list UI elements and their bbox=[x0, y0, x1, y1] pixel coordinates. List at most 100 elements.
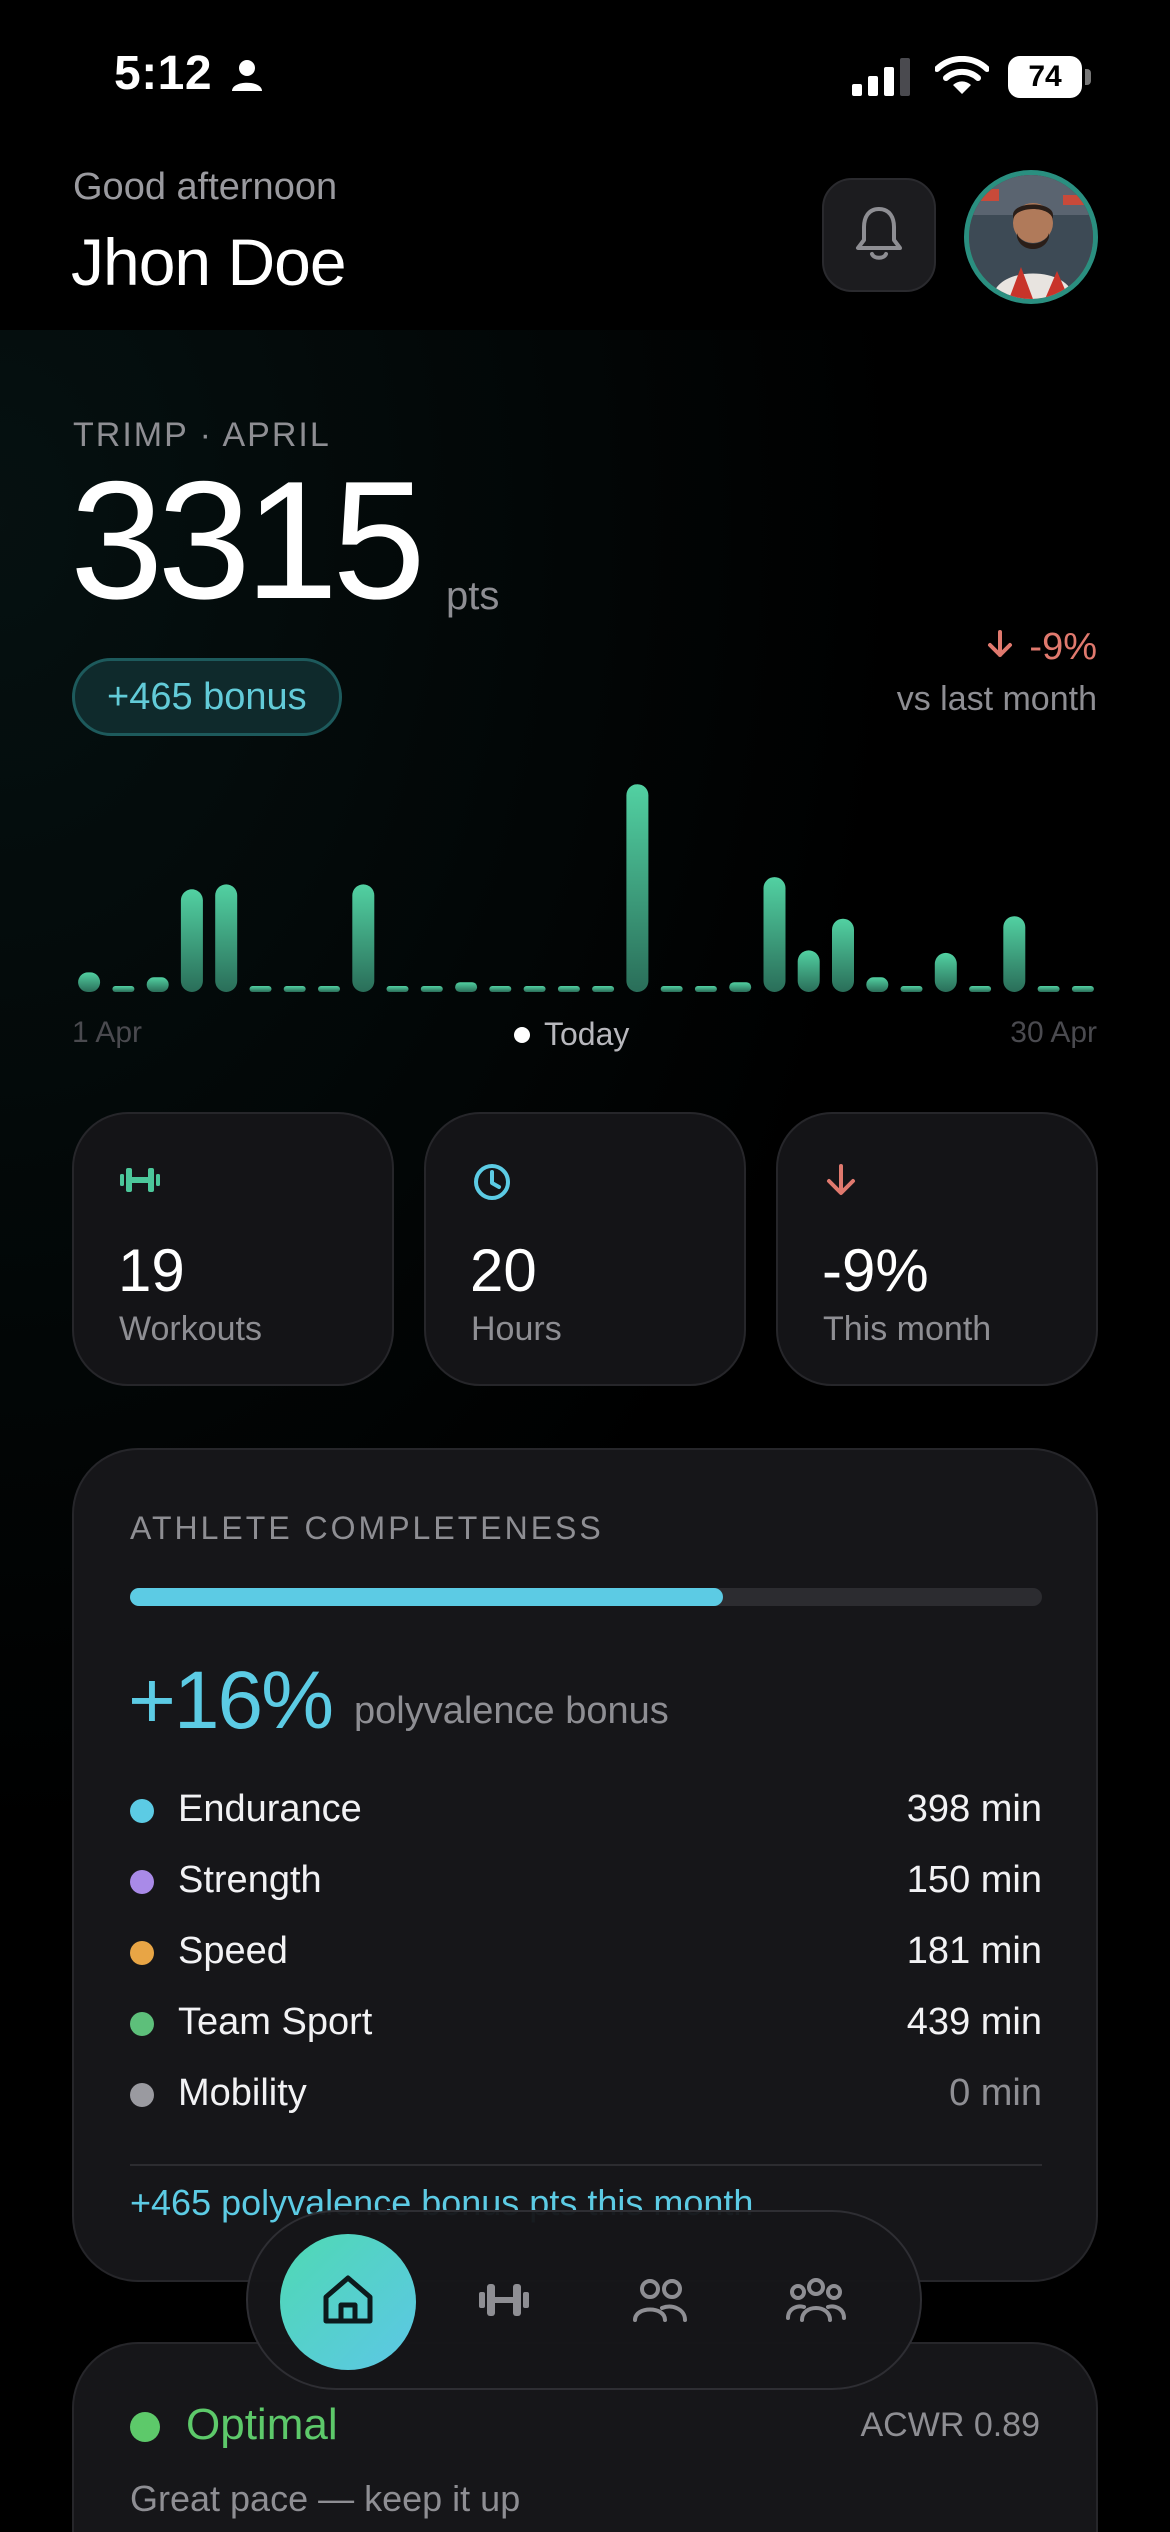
clock-icon bbox=[472, 1162, 512, 1207]
chart-bar-day-26 bbox=[934, 952, 957, 992]
avatar[interactable] bbox=[964, 170, 1098, 304]
chart-bar-day-4 bbox=[180, 889, 203, 992]
completeness-title: ATHLETE COMPLETENESS bbox=[130, 1510, 604, 1546]
chart-bar-day-25 bbox=[900, 986, 923, 992]
status-bar: 5:12 74 bbox=[0, 0, 1170, 150]
workouts-label: Workouts bbox=[119, 1310, 262, 1348]
tab-home[interactable] bbox=[280, 2234, 416, 2370]
greeting: Good afternoon bbox=[73, 166, 338, 208]
load-status-title: Optimal bbox=[186, 2400, 338, 2449]
chart-bar-day-11 bbox=[420, 986, 443, 992]
monthly-change-value: -9% bbox=[822, 1237, 929, 1304]
discipline-name: Endurance bbox=[178, 1788, 362, 1830]
trimp-unit: pts bbox=[446, 574, 500, 618]
today-dot bbox=[514, 1027, 530, 1043]
strength-color-dot bbox=[130, 1870, 154, 1894]
trimp-delta-value: -9% bbox=[1029, 626, 1097, 668]
chart-bar-day-19 bbox=[694, 986, 717, 992]
chart-bar-day-30 bbox=[1071, 986, 1094, 992]
wifi-icon bbox=[934, 55, 990, 101]
notifications-button[interactable] bbox=[822, 178, 936, 292]
chart-bar-day-29 bbox=[1037, 986, 1060, 992]
chart-bar-day-7 bbox=[283, 986, 306, 992]
discipline-row-mobility: Mobility 0 min bbox=[130, 2064, 1042, 2135]
discipline-name: Speed bbox=[178, 1930, 288, 1972]
bar-chart-svg bbox=[78, 784, 1094, 992]
chart-bar-day-24 bbox=[866, 977, 889, 992]
discipline-minutes: 398 min bbox=[906, 1788, 1042, 1830]
today-label: Today bbox=[544, 1016, 630, 1052]
chart-bar-day-15 bbox=[557, 986, 580, 992]
monthly-change-card[interactable]: -9% This month bbox=[776, 1112, 1098, 1386]
arrow-down-icon bbox=[824, 1162, 858, 1203]
chart-bar-day-18 bbox=[660, 986, 683, 992]
chart-bar-day-3 bbox=[146, 977, 169, 992]
trimp-delta-label: vs last month bbox=[896, 680, 1097, 718]
discipline-name: Strength bbox=[178, 1859, 322, 1901]
chart-bar-day-12 bbox=[455, 982, 478, 992]
hours-count: 20 bbox=[470, 1237, 537, 1304]
athlete-completeness-card[interactable]: ATHLETE COMPLETENESS +16% polyvalence bo… bbox=[72, 1448, 1098, 2282]
discipline-minutes: 181 min bbox=[906, 1930, 1042, 1972]
discipline-row-team-sport: Team Sport 439 min bbox=[130, 1993, 1042, 2064]
speed-color-dot bbox=[130, 1941, 154, 1965]
chart-bar-day-8 bbox=[318, 986, 340, 992]
battery-percent: 74 bbox=[1028, 60, 1062, 93]
chart-bar-day-13 bbox=[489, 986, 512, 992]
acwr-value: ACWR 0.89 bbox=[860, 2406, 1041, 2444]
chart-bar-day-2 bbox=[112, 986, 135, 992]
discipline-name: Mobility bbox=[178, 2072, 307, 2114]
x-axis-end-label: 30 Apr bbox=[1010, 1016, 1097, 1049]
status-time: 5:12 bbox=[114, 47, 213, 100]
discipline-minutes: 150 min bbox=[906, 1859, 1042, 1901]
tab-community[interactable] bbox=[748, 2234, 884, 2370]
workouts-count: 19 bbox=[118, 1237, 185, 1304]
completeness-progress-fill bbox=[130, 1588, 723, 1606]
chart-bar-day-21 bbox=[763, 877, 786, 992]
discipline-row-strength: Strength 150 min bbox=[130, 1851, 1042, 1922]
endurance-color-dot bbox=[130, 1799, 154, 1823]
home-icon bbox=[320, 2273, 376, 2332]
tab-workouts[interactable] bbox=[436, 2234, 572, 2370]
mobility-color-dot bbox=[130, 2083, 154, 2107]
discipline-minutes: 0 min bbox=[949, 2072, 1042, 2114]
chart-bar-day-1 bbox=[78, 972, 101, 992]
discipline-minutes: 439 min bbox=[906, 2001, 1042, 2043]
discipline-row-speed: Speed 181 min bbox=[130, 1922, 1042, 1993]
chart-bar-day-16 bbox=[592, 986, 615, 992]
group-icon bbox=[786, 2276, 846, 2329]
friends-icon bbox=[632, 2276, 688, 2329]
bell-icon bbox=[853, 204, 905, 267]
completeness-percent-label: polyvalence bonus bbox=[354, 1690, 669, 1732]
chart-bar-day-17 bbox=[626, 784, 649, 992]
signal-icon bbox=[852, 58, 914, 101]
x-axis-start-label: 1 Apr bbox=[72, 1016, 143, 1049]
chart-bar-day-23 bbox=[832, 918, 854, 992]
user-name: Jhon Doe bbox=[71, 225, 347, 299]
chart-bar-day-14 bbox=[523, 986, 546, 992]
hours-card[interactable]: 20 Hours bbox=[424, 1112, 746, 1386]
bottom-tab-bar bbox=[246, 2210, 922, 2390]
chart-bar-day-5 bbox=[215, 884, 238, 992]
chart-bar-day-20 bbox=[729, 982, 752, 992]
dumbbell-icon bbox=[120, 1162, 160, 1203]
workouts-card[interactable]: 19 Workouts bbox=[72, 1112, 394, 1386]
trimp-value: 3315 bbox=[70, 446, 426, 634]
completeness-percent: +16% bbox=[128, 1655, 334, 1746]
hours-label: Hours bbox=[471, 1310, 562, 1348]
today-marker: Today bbox=[514, 1016, 629, 1053]
load-status-subtitle: Great pace — keep it up bbox=[130, 2478, 521, 2519]
tab-friends[interactable] bbox=[592, 2234, 728, 2370]
battery-indicator: 74 bbox=[1008, 56, 1091, 98]
person-icon bbox=[230, 58, 264, 97]
trimp-delta: -9% bbox=[987, 626, 1097, 669]
chart-bar-day-6 bbox=[249, 986, 272, 992]
chart-bar-day-22 bbox=[797, 950, 820, 992]
discipline-list: Endurance 398 min Strength 150 min Speed… bbox=[130, 1780, 1042, 2135]
status-dot bbox=[130, 2412, 160, 2442]
arrow-down-icon bbox=[987, 626, 1013, 669]
dumbbell-icon bbox=[479, 2280, 529, 2325]
team-sport-color-dot bbox=[130, 2012, 154, 2036]
chart-bar-day-10 bbox=[386, 986, 409, 992]
chart-bar-day-27 bbox=[969, 986, 992, 992]
